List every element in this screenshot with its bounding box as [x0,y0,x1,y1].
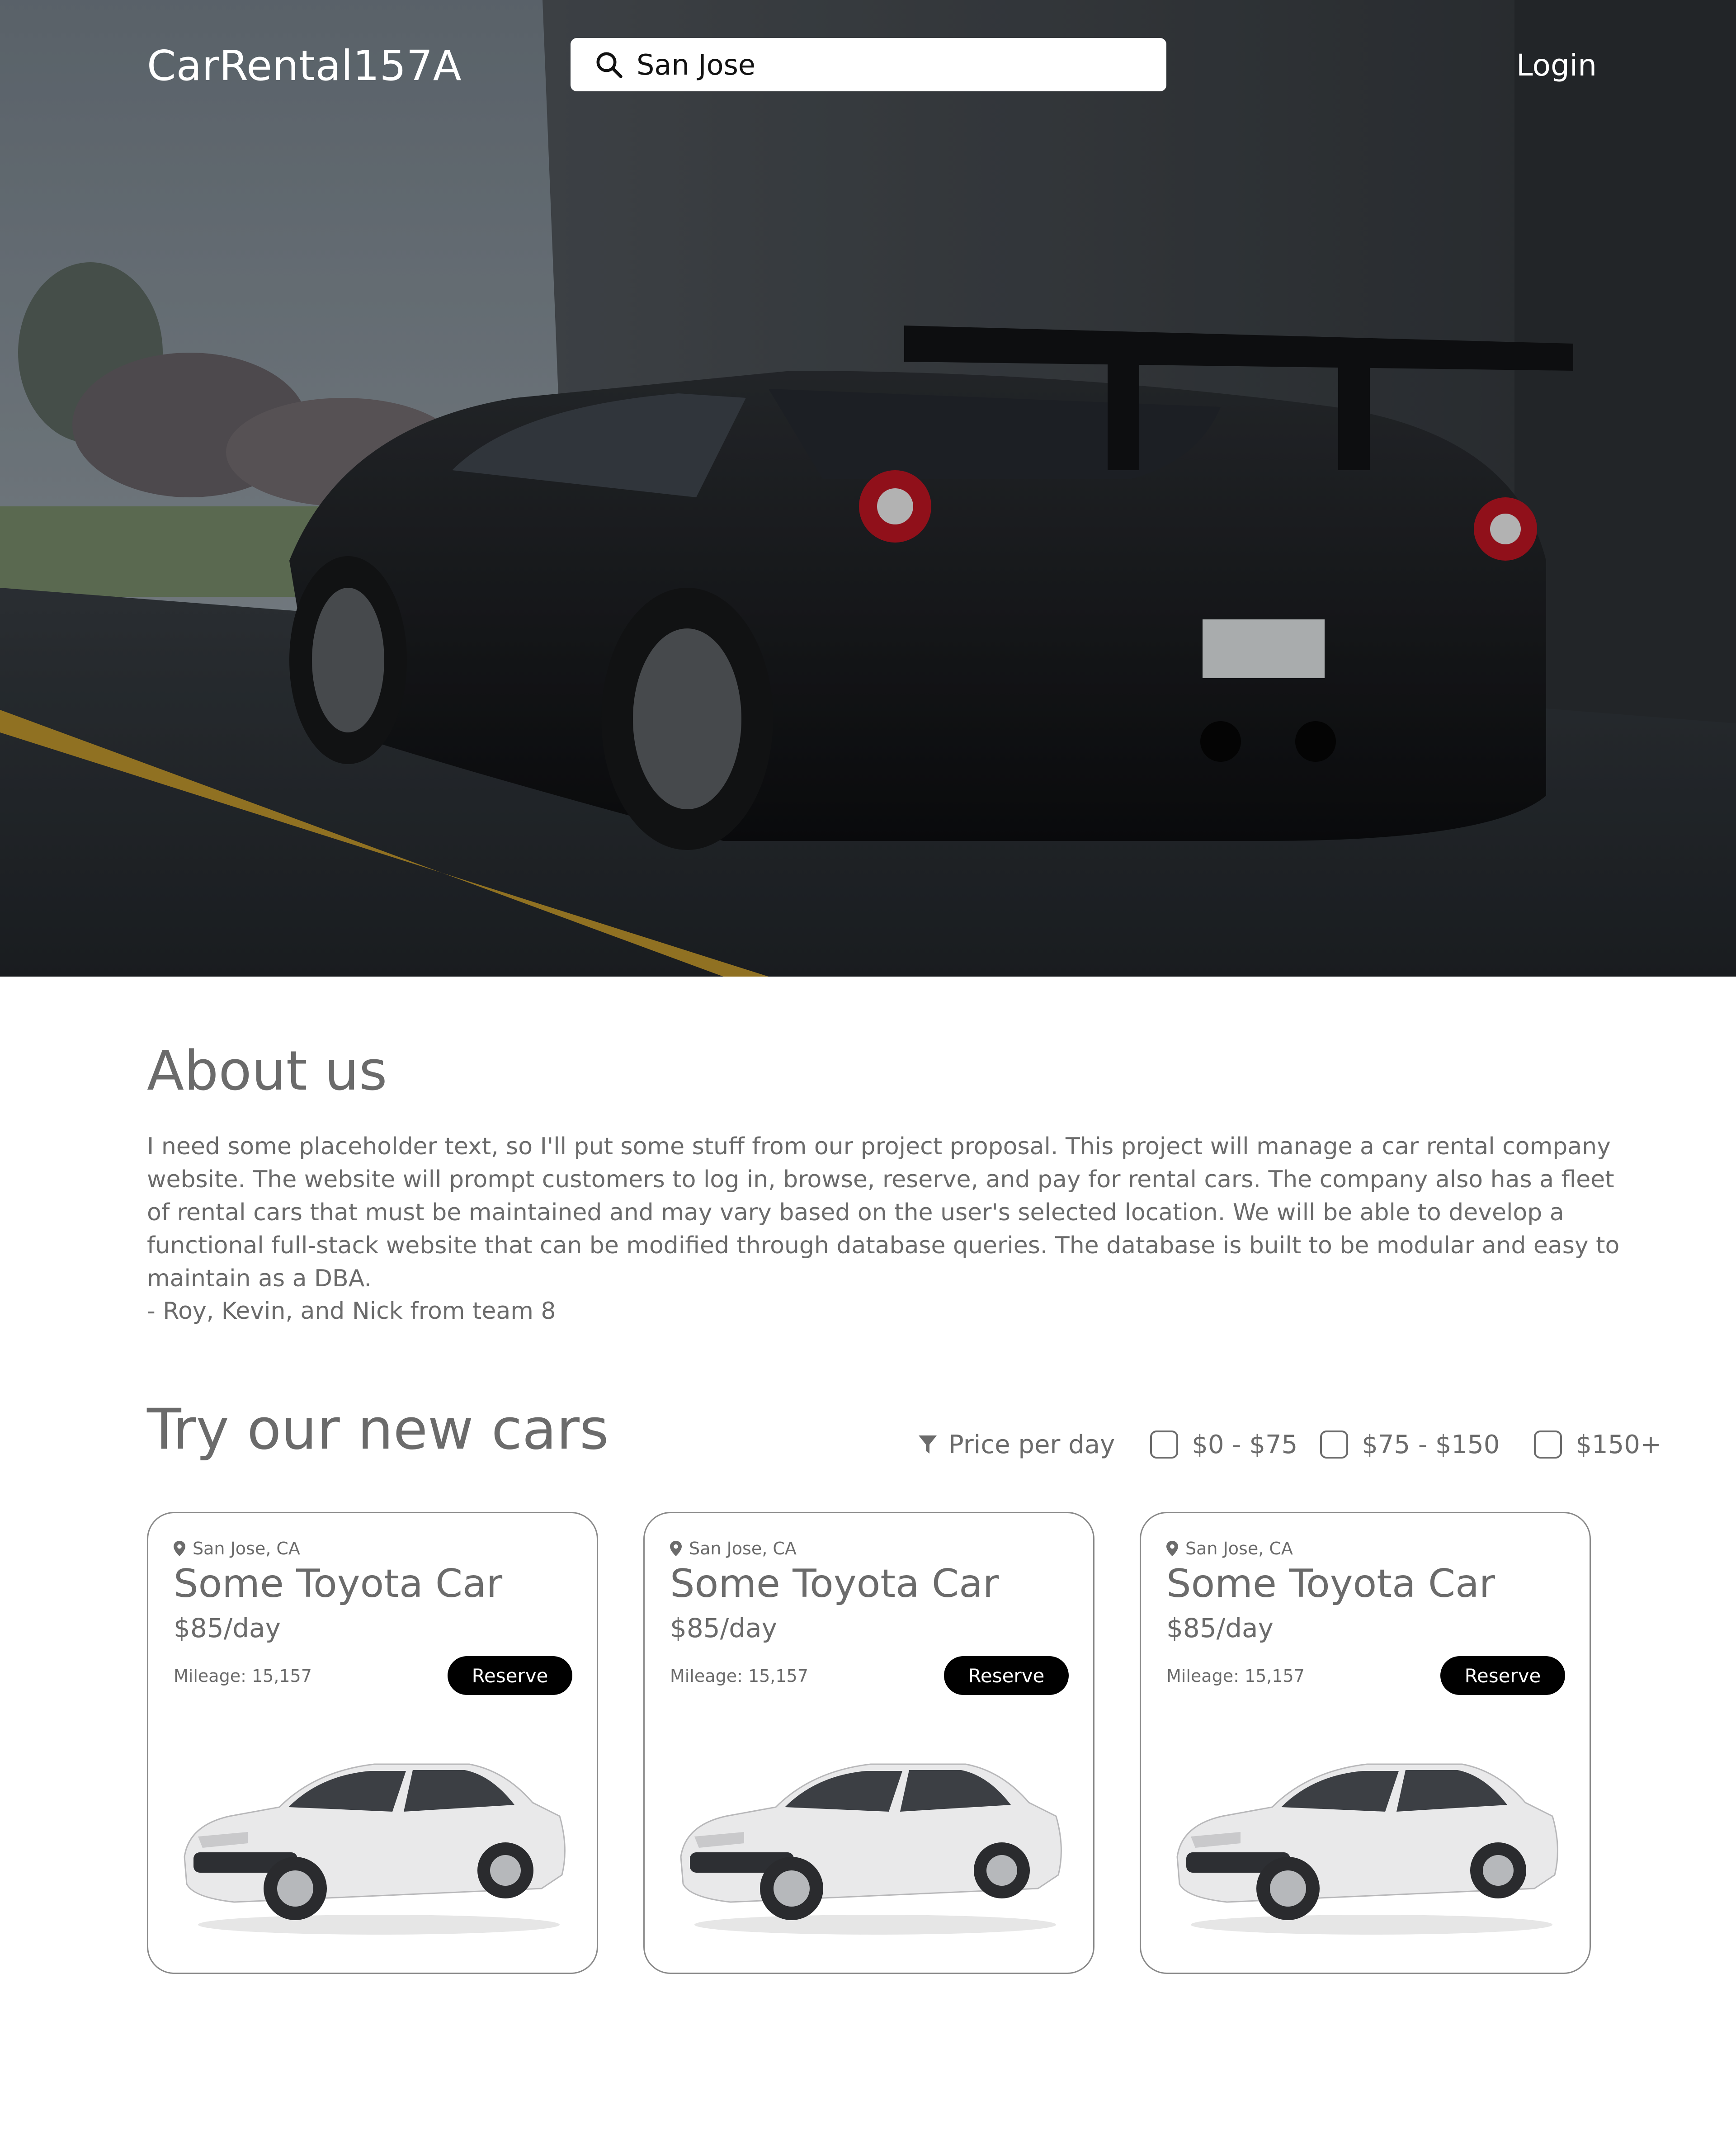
car-name: Some Toyota Car [1166,1561,1495,1606]
car-card[interactable]: San Jose, CA Some Toyota Car $85/day Mil… [1140,1512,1591,1974]
car-price: $85/day [174,1613,281,1643]
checkbox[interactable] [1150,1431,1179,1459]
about-title: About us [147,1040,387,1103]
search-input[interactable] [637,48,1134,81]
car-mileage: Mileage: 15,157 [174,1666,312,1686]
location-pin-icon [174,1541,185,1556]
car-location: San Jose, CA [1166,1539,1293,1558]
brand-logo[interactable]: CarRental157A [147,42,462,90]
car-card[interactable]: San Jose, CA Some Toyota Car $85/day Mil… [147,1512,598,1974]
car-location: San Jose, CA [174,1539,300,1558]
price-filter-label: Price per day [918,1430,1115,1459]
about-signature: - Roy, Kevin, and Nick from team 8 [147,1298,556,1325]
reserve-button[interactable]: Reserve [1440,1656,1565,1695]
location-pin-icon [1166,1541,1178,1556]
car-price: $85/day [1166,1613,1274,1643]
search-icon [596,52,623,78]
car-price: $85/day [670,1613,777,1643]
car-location: San Jose, CA [670,1539,797,1558]
white-toyota-sedan [184,1763,566,1935]
filter-icon [919,1435,937,1454]
white-toyota-sedan [680,1763,1062,1935]
price-option-150-plus[interactable]: $150+ [1534,1430,1661,1459]
login-link[interactable]: Login [1516,48,1597,83]
car-mileage: Mileage: 15,157 [1166,1666,1305,1686]
price-option-75-150[interactable]: $75 - $150 [1320,1430,1500,1459]
price-option-0-75[interactable]: $0 - $75 [1150,1430,1297,1459]
price-filter: Price per day $0 - $75 $75 - $150 $150+ [918,1429,1661,1460]
reserve-button[interactable]: Reserve [944,1656,1069,1695]
reserve-button[interactable]: Reserve [448,1656,572,1695]
search-bar[interactable] [571,38,1166,91]
car-name: Some Toyota Car [670,1561,999,1606]
cars-section-title: Try our new cars [147,1397,609,1462]
hero-banner: CarRental157A Login [0,0,1736,977]
checkbox[interactable] [1534,1431,1562,1459]
car-name: Some Toyota Car [174,1561,503,1606]
location-pin-icon [670,1541,682,1556]
black-sports-car-photo [0,0,1736,977]
white-toyota-sedan [1176,1763,1558,1935]
car-mileage: Mileage: 15,157 [670,1666,808,1686]
checkbox[interactable] [1320,1431,1349,1459]
about-body: I need some placeholder text, so I'll pu… [147,1133,1620,1292]
car-card[interactable]: San Jose, CA Some Toyota Car $85/day Mil… [643,1512,1094,1974]
